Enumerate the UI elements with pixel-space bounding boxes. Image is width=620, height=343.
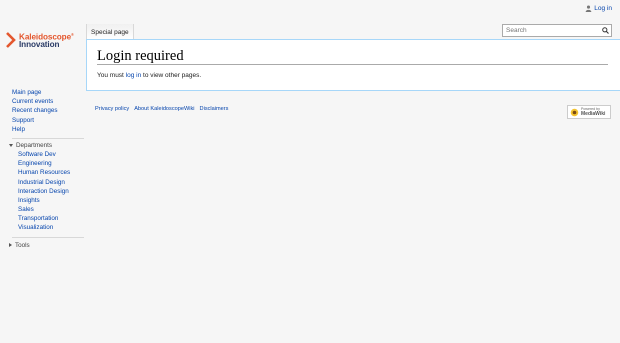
navigation-portal: Main page Current events Recent changes … [12,88,84,134]
page-title: Login required [97,48,184,64]
tab-special-page[interactable]: Special page [86,24,134,40]
mediawiki-sunflower-icon [570,108,579,116]
footer-about[interactable]: About KaleidoscopeWiki [134,106,194,112]
login-required-message: You must log in to view other pages. [97,72,202,79]
sidebar: Main page Current events Recent changes … [9,88,84,250]
sidebar-item-main-page[interactable]: Main page [12,88,84,97]
search-box [502,24,612,37]
title-divider [97,64,608,65]
search-icon [601,27,609,34]
sidebar-item-support[interactable]: Support [12,116,84,125]
sidebar-item-visualization[interactable]: Visualization [12,223,84,232]
footer-links: Privacy policy About KaleidoscopeWiki Di… [95,106,228,112]
tools-portal: Tools [9,236,84,250]
collapsed-triangle-icon [9,243,12,248]
footer-privacy-policy[interactable]: Privacy policy [95,106,129,112]
logo-line2: Innovation [19,40,60,50]
sidebar-item-interaction-design[interactable]: Interaction Design [12,187,84,196]
departments-heading[interactable]: Departments [9,141,84,150]
sidebar-item-transportation[interactable]: Transportation [12,214,84,223]
powered-by-mediawiki-badge[interactable]: Powered by MediaWiki [567,105,611,119]
site-logo[interactable]: Kaleidoscope® Innovation [6,30,80,50]
sidebar-item-recent-changes[interactable]: Recent changes [12,106,84,115]
expanded-triangle-icon [9,143,13,147]
sidebar-item-engineering[interactable]: Engineering [12,159,84,168]
sidebar-item-industrial-design[interactable]: Industrial Design [12,178,84,187]
departments-portal: Departments Software Dev Engineering Hum… [9,137,84,233]
content-area: Login required You must log in to view o… [86,39,620,91]
sidebar-item-human-resources[interactable]: Human Resources [12,168,84,177]
search-button[interactable] [599,25,611,36]
user-icon [585,5,592,12]
sidebar-item-current-events[interactable]: Current events [12,97,84,106]
login-link[interactable]: Log in [594,5,612,12]
sidebar-item-help[interactable]: Help [12,125,84,134]
sidebar-item-sales[interactable]: Sales [12,205,84,214]
logo-chevron-icon [6,32,16,48]
tools-heading[interactable]: Tools [9,241,84,250]
footer-disclaimers[interactable]: Disclaimers [200,106,229,112]
personal-tools: Log in [585,5,612,12]
sidebar-item-insights[interactable]: Insights [12,196,84,205]
sidebar-item-software-dev[interactable]: Software Dev [12,150,84,159]
search-input[interactable] [503,25,599,36]
message-login-link[interactable]: log in [126,72,142,79]
